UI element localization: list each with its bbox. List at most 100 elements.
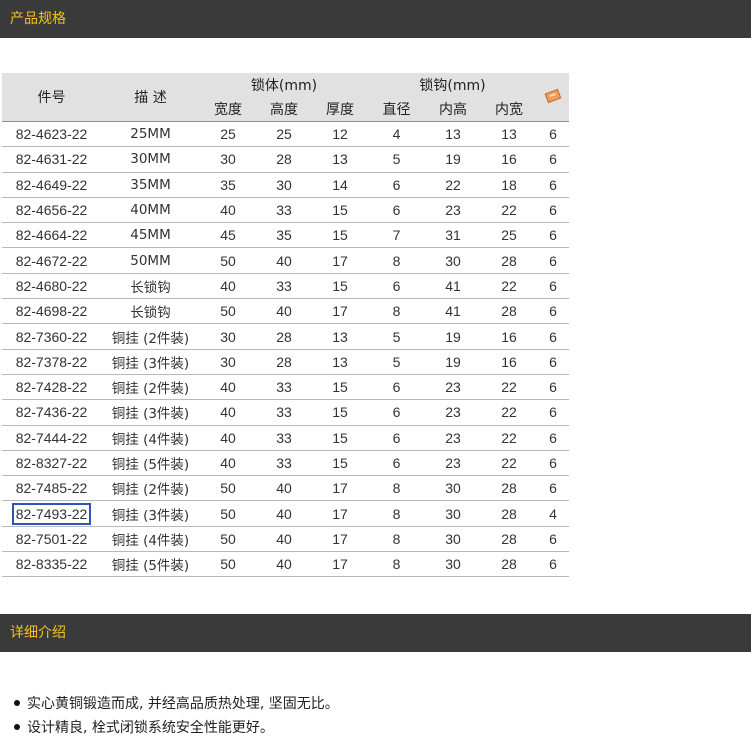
width-text: 40	[220, 202, 236, 219]
cell-desc: 铜挂 (2件装)	[101, 323, 200, 350]
cell-desc: 50MM	[101, 247, 200, 274]
cell-inner-height: 13	[425, 120, 482, 148]
desc-text: 铜挂 (3件装)	[111, 406, 190, 423]
header-inner-width: 内宽	[481, 97, 538, 122]
pack-qty-text: 6	[549, 455, 557, 471]
part-no-text: 82-4672-22	[15, 252, 88, 269]
table-row: 82-8327-22 铜挂 (5件装) 40 33 15 6 23 22 6	[2, 450, 570, 477]
detail-section-title: 详细介绍	[10, 625, 66, 641]
cell-diameter: 7	[368, 222, 426, 249]
cell-inner-width: 28	[481, 247, 538, 274]
desc-text: 50MM	[130, 252, 171, 269]
diameter-text: 6	[392, 404, 401, 421]
inner-width-text: 22	[501, 379, 517, 396]
width-text: 30	[220, 328, 236, 345]
header-width: 宽度	[200, 97, 256, 122]
height-text: 30	[276, 176, 292, 193]
cell-desc: 铜挂 (3件装)	[101, 349, 200, 375]
thickness-text: 12	[332, 126, 348, 143]
diameter-text: 6	[392, 379, 401, 396]
cell-height: 40	[256, 247, 312, 274]
diameter-text: 5	[392, 353, 401, 370]
cell-pack-qty: 6	[537, 146, 570, 173]
inner-width-text: 22	[501, 202, 517, 219]
cell-inner-height: 30	[425, 475, 482, 502]
header-thickness: 厚度	[312, 97, 369, 122]
part-no-text: 82-4623-22	[15, 126, 88, 143]
table-row: 82-7493-22 铜挂 (3件装) 50 40 17 8 30 28 4	[2, 500, 570, 527]
thickness-text: 15	[332, 379, 348, 396]
cell-width: 40	[200, 273, 256, 300]
cell-width: 30	[200, 323, 256, 350]
cell-diameter: 4	[368, 120, 426, 148]
cell-inner-height: 19	[425, 349, 482, 375]
cell-thickness: 14	[312, 172, 369, 198]
inner-height-text: 30	[445, 252, 461, 269]
cell-part-no: 82-7485-22	[2, 475, 101, 502]
cell-width: 45	[200, 222, 256, 249]
cell-diameter: 6	[368, 450, 426, 477]
desc-text: 25MM	[130, 126, 171, 143]
cell-pack-qty: 6	[537, 475, 570, 502]
width-text: 50	[220, 480, 236, 497]
cell-diameter: 8	[368, 551, 426, 578]
cell-inner-height: 41	[425, 298, 482, 325]
header-height: 高度	[256, 97, 312, 122]
cell-desc: 铜挂 (3件装)	[101, 399, 200, 426]
cell-desc: 长锁钩	[101, 273, 200, 300]
cell-desc: 40MM	[101, 197, 200, 224]
cell-width: 25	[200, 120, 256, 148]
cell-inner-height: 22	[425, 172, 482, 198]
cell-part-no: 82-7493-22	[2, 500, 101, 527]
cell-width: 35	[200, 172, 256, 198]
inner-height-text: 23	[445, 379, 461, 396]
width-text: 40	[220, 379, 236, 396]
inner-height-text: 13	[445, 126, 461, 143]
cell-pack-qty: 6	[537, 399, 570, 426]
inner-height-text: 23	[445, 429, 461, 446]
cell-height: 40	[256, 551, 312, 578]
cell-inner-height: 23	[425, 399, 482, 426]
feature-item: 设计精良, 栓式闭锁系统安全性能更好。	[14, 718, 339, 742]
cell-height: 30	[256, 172, 312, 198]
desc-text: 长锁钩	[130, 279, 171, 296]
cell-thickness: 15	[312, 374, 369, 401]
part-no-text: 82-4631-22	[15, 151, 88, 168]
width-text: 30	[220, 353, 236, 370]
cell-pack-qty: 6	[537, 374, 570, 401]
thickness-text: 17	[332, 252, 348, 269]
cell-part-no: 82-7360-22	[2, 323, 101, 350]
desc-text: 铜挂 (5件装)	[111, 558, 190, 575]
inner-height-text: 30	[445, 480, 461, 497]
cell-diameter: 8	[368, 247, 426, 274]
cell-width: 50	[200, 298, 256, 325]
table-row: 82-4664-22 45MM 45 35 15 7 31 25 6	[2, 222, 570, 249]
cell-thickness: 17	[312, 526, 369, 553]
desc-text: 铜挂 (4件装)	[111, 532, 190, 549]
cell-part-no: 82-7501-22	[2, 526, 101, 553]
width-text: 40	[220, 455, 236, 471]
part-no-text: 82-7428-22	[15, 379, 88, 396]
diameter-text: 5	[392, 151, 401, 168]
height-text: 25	[276, 126, 292, 143]
cell-inner-height: 30	[425, 551, 482, 578]
inner-height-text: 23	[445, 404, 461, 421]
pack-qty-text: 6	[549, 404, 557, 421]
cell-inner-width: 28	[481, 475, 538, 502]
feature-text: 实心黄铜锻造而成, 并经高品质热处理, 坚固无比。	[27, 696, 339, 712]
pack-qty-text: 6	[549, 202, 557, 219]
header-shackle: 锁钩(mm)	[368, 73, 538, 97]
cell-height: 28	[256, 323, 312, 350]
header-part-no: 件号	[2, 73, 101, 122]
desc-text: 铜挂 (2件装)	[111, 330, 190, 347]
width-text: 35	[220, 176, 236, 193]
cell-inner-width: 28	[481, 526, 538, 553]
cell-diameter: 6	[368, 197, 426, 224]
cell-pack-qty: 6	[537, 323, 570, 350]
inner-height-text: 23	[445, 202, 461, 219]
width-text: 50	[220, 252, 236, 269]
cell-thickness: 13	[312, 323, 369, 350]
cell-pack-qty: 6	[537, 222, 570, 249]
width-text: 30	[220, 151, 236, 168]
part-no-text: 82-8335-22	[15, 556, 88, 573]
